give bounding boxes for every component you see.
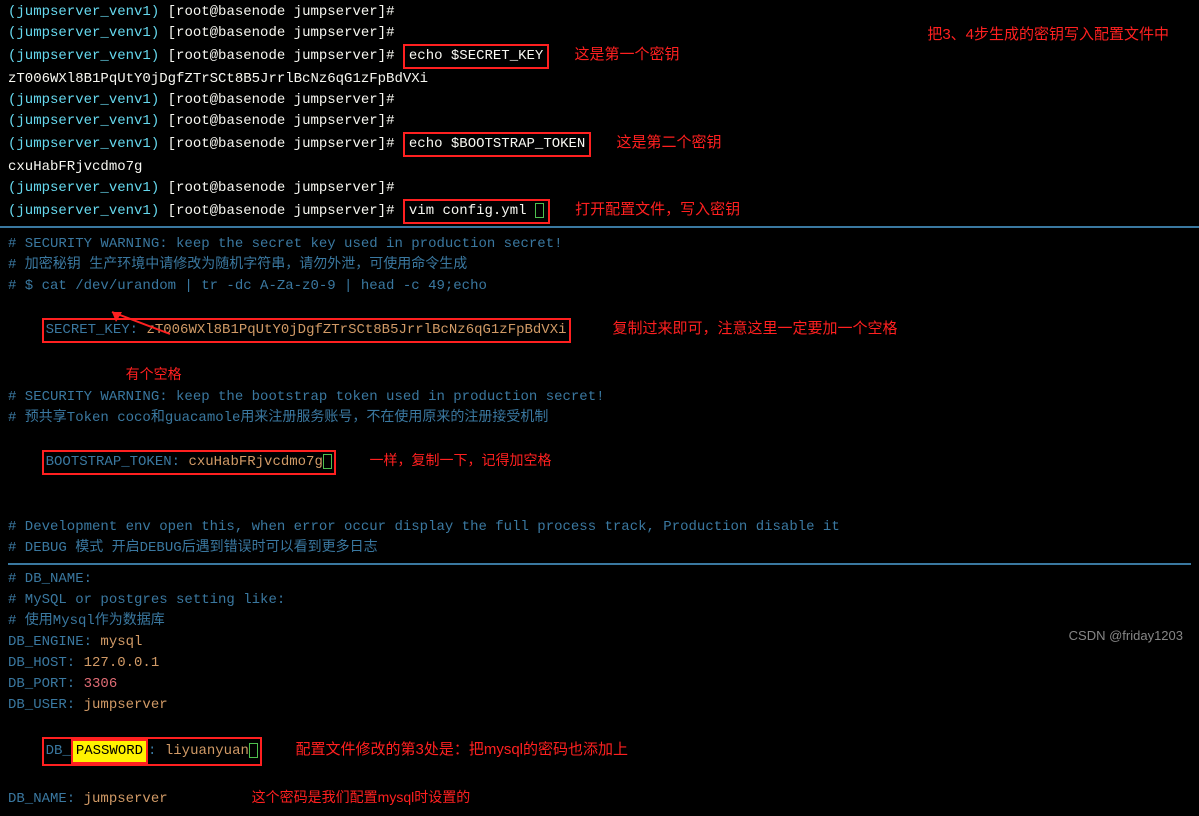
shell-prompt: [root@basenode jumpserver]# [168,4,395,20]
annotation-has-space: 有个空格 [126,366,182,382]
prompt-line: (jumpserver_venv1) [root@basenode jumpse… [8,199,1191,224]
bootstrap-output: cxuHabFRjvcdmo7g [8,157,1191,178]
db-user-line: DB_USER: jumpserver [8,695,1191,716]
config-editor-pane[interactable]: # SECURITY WARNING: keep the secret key … [0,228,1199,816]
cursor-icon [323,454,332,469]
comment-line: # DEBUG 模式 开启DEBUG后遇到错误时可以看到更多日志 [8,538,1191,559]
secret-key-config-line: SECRET_KEY: zT006WXl8B1PqUtY0jDgfZTrSCt8… [8,297,1191,364]
comment-line: # 预共享Token coco和guacamole用来注册服务账号，不在使用原来… [8,408,1191,429]
annotation-copy-note: 复制过来即可，注意这里一定要加一个空格 [613,320,898,337]
db-engine-line: DB_ENGINE: mysql [8,632,1191,653]
cmd-vim-config: vim config.yml [403,199,550,224]
db-password-line: DB_PASSWORD: liyuanyuan 配置文件修改的第3处是：把mys… [8,716,1191,787]
bootstrap-config-line: BOOTSTRAP_TOKEN: cxuHabFRjvcdmo7g 一样，复制一… [8,429,1191,496]
comment-line: # DB_NAME: [8,569,1191,590]
comment-line: # Development env open this, when error … [8,517,1191,538]
prompt-line: (jumpserver_venv1) [root@basenode jumpse… [8,2,1191,23]
prompt-line: (jumpserver_venv1) [root@basenode jumpse… [8,132,1191,157]
prompt-line: (jumpserver_venv1) [root@basenode jumpse… [8,111,1191,132]
annotation-first-key: 这是第一个密钥 [575,46,680,63]
annotation-mysql-note: 配置文件修改的第3处是：把mysql的密码也添加上 [295,741,628,758]
db-host-line: DB_HOST: 127.0.0.1 [8,653,1191,674]
comment-line: # $ cat /dev/urandom | tr -dc A-Za-z0-9 … [8,276,1191,297]
prompt-line: (jumpserver_venv1) [root@basenode jumpse… [8,90,1191,111]
annotation-open-config: 打开配置文件，写入密钥 [575,201,740,218]
bootstrap-box: BOOTSTRAP_TOKEN: cxuHabFRjvcdmo7g [42,450,336,475]
cursor-icon [249,743,258,758]
secret-key-box: SECRET_KEY: zT006WXl8B1PqUtY0jDgfZTrSCt8… [42,318,571,343]
cursor-icon [535,203,544,218]
cmd-echo-bootstrap: echo $BOOTSTRAP_TOKEN [403,132,591,157]
comment-line: # SECURITY WARNING: keep the bootstrap t… [8,387,1191,408]
cmd-echo-secret: echo $SECRET_KEY [403,44,549,69]
section-divider [8,563,1191,565]
db-password-box: DB_PASSWORD: liyuanyuan [42,737,262,766]
password-highlight: PASSWORD [71,739,148,764]
annotation-second-key: 这是第二个密钥 [617,134,722,151]
secret-key-output: zT006WXl8B1PqUtY0jDgfZTrSCt8B5JrrlBcNz6q… [8,69,1191,90]
prompt-line: (jumpserver_venv1) [root@basenode jumpse… [8,44,1191,69]
comment-line: # 加密秘钥 生产环境中请修改为随机字符串，请勿外泄，可使用命令生成 [8,255,1191,276]
comment-line: # 使用Mysql作为数据库 [8,611,1191,632]
annotation-same-copy: 一样，复制一下，记得加空格 [369,452,551,468]
comment-line: # SECURITY WARNING: keep the secret key … [8,234,1191,255]
annotation-mysql-note2: 这个密码是我们配置mysql时设置的 [252,789,471,805]
prompt-line: (jumpserver_venv1) [root@basenode jumpse… [8,23,1191,44]
db-port-line: DB_PORT: 3306 [8,674,1191,695]
prompt-line: (jumpserver_venv1) [root@basenode jumpse… [8,178,1191,199]
comment-line: # MySQL or postgres setting like: [8,590,1191,611]
terminal-pane[interactable]: (jumpserver_venv1) [root@basenode jumpse… [0,0,1199,228]
space-annotation-line: 有个空格 [8,364,1191,387]
venv-label: (jumpserver_venv1) [8,4,159,20]
blank-line [8,496,1191,517]
db-name-line: DB_NAME: jumpserver 这个密码是我们配置mysql时设置的 [8,787,1191,810]
watermark-text: CSDN @friday1203 [1069,626,1183,646]
